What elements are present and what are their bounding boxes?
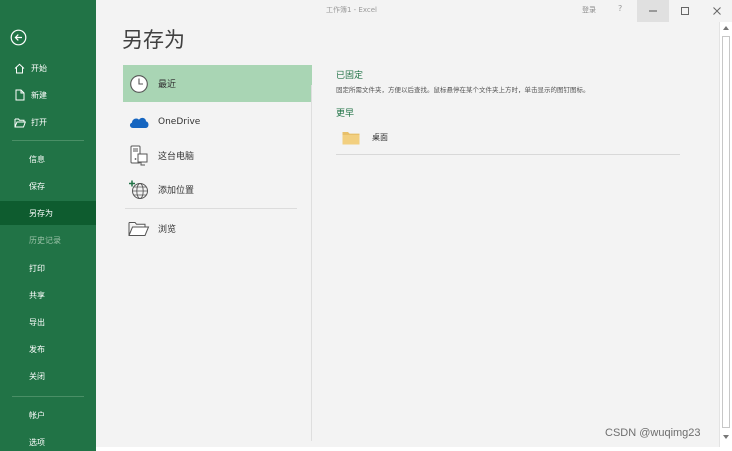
sidebar-item-label: 打开 bbox=[31, 117, 47, 127]
location-onedrive[interactable]: OneDrive bbox=[123, 103, 312, 140]
sidebar-item-label: 关闭 bbox=[29, 371, 45, 381]
sidebar-item-close[interactable]: 关闭 bbox=[0, 364, 96, 388]
pinned-description: 固定所需文件夹，方便以后查找。鼠标悬停在某个文件夹上方时，单击显示的图钉图标。 bbox=[336, 86, 590, 94]
watermark: CSDN @wuqimg23 bbox=[605, 427, 701, 439]
sidebar-item-label: 开始 bbox=[31, 63, 47, 73]
scroll-down-arrow-icon[interactable] bbox=[723, 435, 729, 439]
sidebar-item-label: 帐户 bbox=[29, 410, 45, 420]
clock-icon bbox=[127, 72, 151, 96]
sidebar-item-export[interactable]: 导出 bbox=[0, 310, 96, 334]
sidebar-item-print[interactable]: 打印 bbox=[0, 256, 96, 280]
sidebar-item-label: 发布 bbox=[29, 344, 45, 354]
sidebar-item-label: 打印 bbox=[29, 263, 45, 273]
sidebar-item-options[interactable]: 选项 bbox=[0, 430, 96, 451]
location-add-place[interactable]: 添加位置 bbox=[123, 171, 312, 208]
maximize-icon bbox=[681, 7, 689, 15]
location-label: 最近 bbox=[158, 80, 177, 90]
sidebar-item-publish[interactable]: 发布 bbox=[0, 337, 96, 361]
earlier-heading: 更早 bbox=[336, 109, 355, 119]
document-title: 工作簿1 - Excel bbox=[326, 6, 377, 14]
vertical-scrollbar[interactable] bbox=[719, 22, 732, 447]
sidebar-item-label: 导出 bbox=[29, 317, 45, 327]
sidebar-divider bbox=[12, 140, 84, 141]
sidebar-item-history: 历史记录 bbox=[0, 228, 96, 252]
location-label: 浏览 bbox=[158, 225, 177, 235]
sidebar-item-open[interactable]: 打开 bbox=[0, 110, 96, 134]
location-divider bbox=[125, 208, 297, 209]
sidebar-item-share[interactable]: 共享 bbox=[0, 283, 96, 307]
sidebar-item-label: 选项 bbox=[29, 437, 45, 447]
location-label: 这台电脑 bbox=[158, 152, 195, 162]
pinned-heading: 已固定 bbox=[336, 71, 364, 81]
sidebar-item-label: 共享 bbox=[29, 290, 45, 300]
sidebar-item-label: 另存为 bbox=[29, 208, 53, 218]
sidebar-divider bbox=[12, 396, 84, 397]
sidebar-item-label: 新建 bbox=[31, 90, 47, 100]
folder-item-desktop[interactable]: 桌面 bbox=[336, 123, 680, 152]
close-icon bbox=[713, 7, 721, 15]
backstage-sidebar: 开始 新建 打开 信息 保存 另存为 历史记录 打印 共享 导出 发布 关闭 帐… bbox=[0, 0, 96, 451]
bottom-edge bbox=[96, 447, 732, 451]
open-folder-icon bbox=[127, 217, 151, 241]
sidebar-item-save-as[interactable]: 另存为 bbox=[0, 201, 96, 225]
location-browse[interactable]: 浏览 bbox=[123, 210, 312, 247]
save-as-panel: 另存为 最近 OneDrive 这台电脑 添加位置 浏览 已固定 固定所需文件夹 bbox=[96, 22, 719, 447]
sidebar-item-info[interactable]: 信息 bbox=[0, 147, 96, 171]
help-button[interactable]: ? bbox=[618, 4, 622, 13]
minimize-button[interactable] bbox=[637, 0, 669, 22]
folder-divider bbox=[336, 154, 680, 155]
scroll-up-arrow-icon[interactable] bbox=[723, 26, 729, 30]
sidebar-item-save[interactable]: 保存 bbox=[0, 174, 96, 198]
sidebar-item-home[interactable]: 开始 bbox=[0, 56, 96, 80]
cloud-icon bbox=[127, 110, 151, 134]
new-doc-icon bbox=[13, 89, 26, 102]
scrollbar-thumb[interactable] bbox=[722, 36, 730, 428]
back-arrow-icon[interactable] bbox=[10, 29, 27, 46]
location-this-pc[interactable]: 这台电脑 bbox=[123, 137, 312, 174]
globe-add-icon bbox=[127, 178, 151, 202]
location-label: 添加位置 bbox=[158, 186, 195, 196]
maximize-button[interactable] bbox=[669, 0, 701, 22]
minimize-icon bbox=[649, 10, 657, 12]
folder-label: 桌面 bbox=[372, 133, 388, 142]
location-recent[interactable]: 最近 bbox=[123, 65, 312, 102]
sidebar-item-label: 历史记录 bbox=[29, 235, 61, 245]
sign-in-link[interactable]: 登录 bbox=[582, 5, 596, 15]
sidebar-item-label: 信息 bbox=[29, 154, 45, 164]
sidebar-item-new[interactable]: 新建 bbox=[0, 83, 96, 107]
home-icon bbox=[13, 62, 26, 75]
folder-icon bbox=[342, 130, 360, 145]
title-bar: 工作簿1 - Excel 登录 ? bbox=[96, 0, 732, 22]
column-divider bbox=[311, 85, 312, 441]
close-button[interactable] bbox=[701, 0, 732, 22]
location-label: OneDrive bbox=[158, 116, 201, 127]
page-title: 另存为 bbox=[122, 28, 185, 52]
open-folder-icon bbox=[13, 116, 26, 129]
sidebar-item-label: 保存 bbox=[29, 181, 45, 191]
computer-icon bbox=[127, 144, 151, 168]
sidebar-item-account[interactable]: 帐户 bbox=[0, 403, 96, 427]
